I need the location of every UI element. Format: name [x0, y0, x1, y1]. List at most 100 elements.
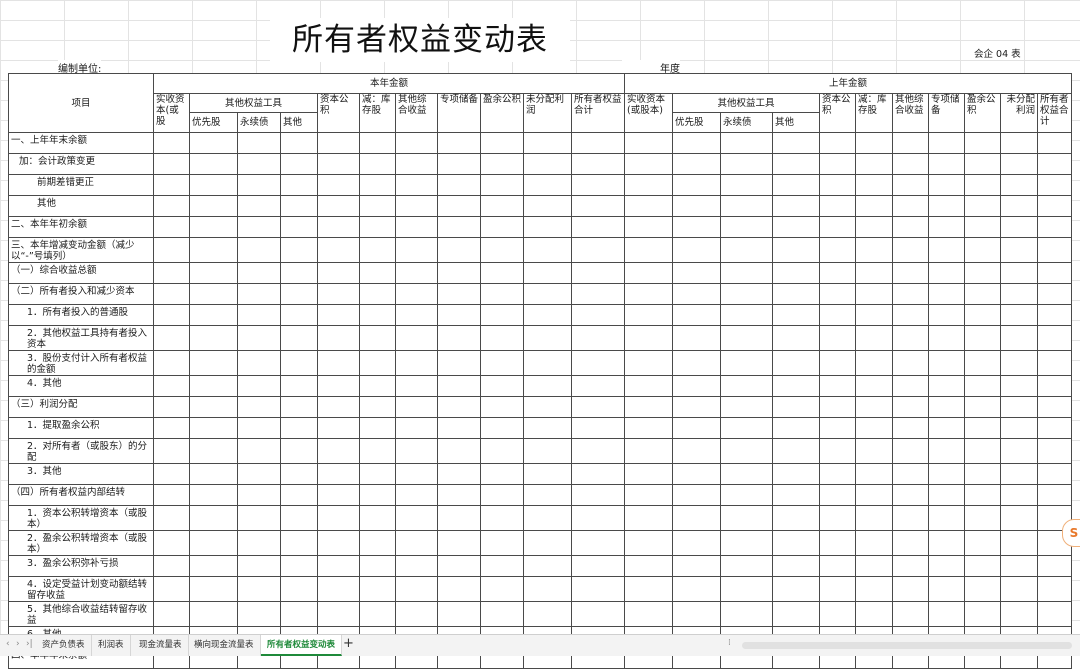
amount-cell[interactable] [317, 375, 360, 397]
amount-cell[interactable] [189, 396, 238, 418]
amount-cell[interactable] [237, 576, 281, 602]
amount-cell[interactable] [720, 237, 773, 263]
amount-cell[interactable] [928, 174, 965, 196]
amount-cell[interactable] [523, 375, 572, 397]
amount-cell[interactable] [672, 375, 721, 397]
amount-cell[interactable] [672, 530, 721, 556]
amount-cell[interactable] [153, 262, 190, 284]
amount-cell[interactable] [523, 438, 572, 464]
amount-cell[interactable] [189, 195, 238, 217]
amount-cell[interactable] [964, 576, 1001, 602]
amount-cell[interactable] [189, 216, 238, 238]
amount-cell[interactable] [359, 438, 396, 464]
amount-cell[interactable] [819, 438, 856, 464]
row-label[interactable]: 4．其他 [8, 375, 154, 397]
amount-cell[interactable] [237, 304, 281, 326]
row-label[interactable]: 加：会计政策变更 [8, 153, 154, 175]
amount-cell[interactable] [819, 350, 856, 376]
amount-cell[interactable] [772, 195, 820, 217]
amount-cell[interactable] [437, 325, 481, 351]
amount-cell[interactable] [153, 237, 190, 263]
amount-cell[interactable] [395, 237, 438, 263]
amount-cell[interactable] [892, 237, 929, 263]
scroll-split-handle[interactable]: ⁞ [728, 638, 731, 648]
amount-cell[interactable] [892, 396, 929, 418]
amount-cell[interactable] [523, 463, 572, 485]
amount-cell[interactable] [1037, 375, 1072, 397]
amount-cell[interactable] [624, 505, 673, 531]
amount-cell[interactable] [280, 283, 318, 305]
amount-cell[interactable] [928, 153, 965, 175]
amount-cell[interactable] [523, 174, 572, 196]
amount-cell[interactable] [359, 555, 396, 577]
amount-cell[interactable] [855, 325, 893, 351]
row-label[interactable]: （三）利润分配 [8, 396, 154, 418]
amount-cell[interactable] [1037, 195, 1072, 217]
amount-cell[interactable] [523, 195, 572, 217]
amount-cell[interactable] [855, 283, 893, 305]
amount-cell[interactable] [317, 396, 360, 418]
amount-cell[interactable] [237, 601, 281, 627]
amount-cell[interactable] [1000, 463, 1038, 485]
amount-cell[interactable] [672, 396, 721, 418]
amount-cell[interactable] [928, 555, 965, 577]
amount-cell[interactable] [153, 325, 190, 351]
amount-cell[interactable] [237, 132, 281, 154]
amount-cell[interactable] [571, 174, 625, 196]
amount-cell[interactable] [237, 283, 281, 305]
amount-cell[interactable] [928, 237, 965, 263]
amount-cell[interactable] [153, 438, 190, 464]
amount-cell[interactable] [928, 417, 965, 439]
amount-cell[interactable] [772, 576, 820, 602]
amount-cell[interactable] [1037, 484, 1072, 506]
amount-cell[interactable] [928, 304, 965, 326]
amount-cell[interactable] [153, 463, 190, 485]
amount-cell[interactable] [480, 438, 524, 464]
amount-cell[interactable] [480, 396, 524, 418]
amount-cell[interactable] [720, 304, 773, 326]
amount-cell[interactable] [153, 555, 190, 577]
amount-cell[interactable] [437, 601, 481, 627]
amount-cell[interactable] [892, 283, 929, 305]
tab-cash-flow[interactable]: 现金流量表 [133, 635, 189, 656]
amount-cell[interactable] [720, 195, 773, 217]
amount-cell[interactable] [280, 505, 318, 531]
amount-cell[interactable] [772, 438, 820, 464]
amount-cell[interactable] [480, 304, 524, 326]
amount-cell[interactable] [480, 262, 524, 284]
amount-cell[interactable] [1037, 174, 1072, 196]
amount-cell[interactable] [395, 325, 438, 351]
amount-cell[interactable] [1000, 555, 1038, 577]
amount-cell[interactable] [1037, 396, 1072, 418]
amount-cell[interactable] [395, 576, 438, 602]
amount-cell[interactable] [772, 153, 820, 175]
amount-cell[interactable] [964, 438, 1001, 464]
amount-cell[interactable] [317, 216, 360, 238]
amount-cell[interactable] [1000, 304, 1038, 326]
amount-cell[interactable] [153, 601, 190, 627]
amount-cell[interactable] [892, 463, 929, 485]
row-label[interactable]: 二、本年年初余额 [8, 216, 154, 238]
amount-cell[interactable] [480, 576, 524, 602]
amount-cell[interactable] [964, 216, 1001, 238]
amount-cell[interactable] [624, 153, 673, 175]
amount-cell[interactable] [237, 174, 281, 196]
amount-cell[interactable] [624, 283, 673, 305]
amount-cell[interactable] [237, 375, 281, 397]
amount-cell[interactable] [359, 174, 396, 196]
amount-cell[interactable] [153, 350, 190, 376]
amount-cell[interactable] [523, 237, 572, 263]
row-label[interactable]: 2．盈余公积转增资本（或股本） [8, 530, 154, 556]
amount-cell[interactable] [189, 375, 238, 397]
amount-cell[interactable] [189, 350, 238, 376]
prev-sheet-button[interactable]: ‹ [6, 639, 10, 649]
amount-cell[interactable] [571, 350, 625, 376]
amount-cell[interactable] [819, 237, 856, 263]
amount-cell[interactable] [855, 195, 893, 217]
amount-cell[interactable] [437, 463, 481, 485]
amount-cell[interactable] [672, 555, 721, 577]
amount-cell[interactable] [153, 195, 190, 217]
amount-cell[interactable] [964, 262, 1001, 284]
amount-cell[interactable] [772, 262, 820, 284]
amount-cell[interactable] [672, 132, 721, 154]
